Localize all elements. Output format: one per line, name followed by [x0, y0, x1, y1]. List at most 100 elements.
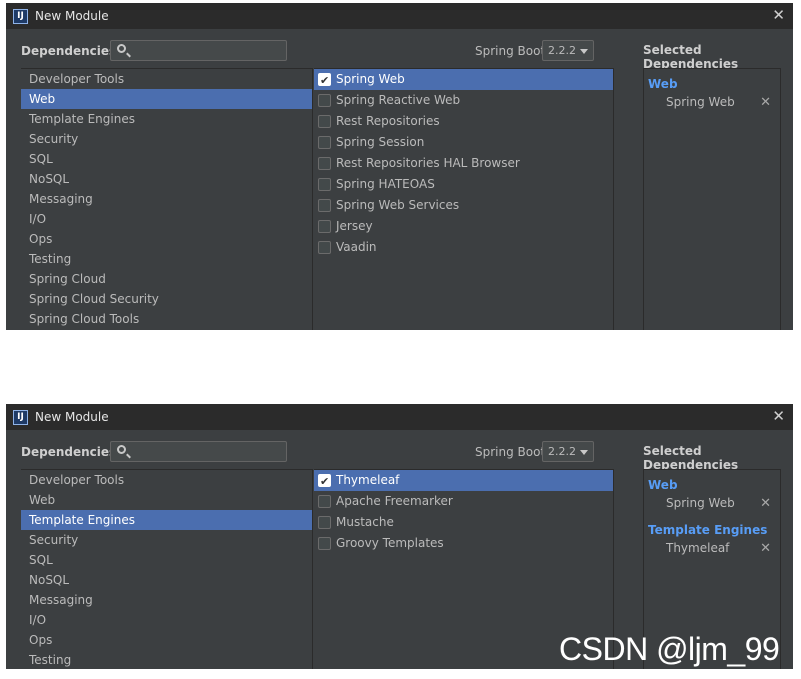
dependency-item[interactable]: Rest Repositories HAL Browser — [314, 153, 613, 174]
dependency-label: Groovy Templates — [336, 536, 444, 550]
category-item[interactable]: Developer Tools — [21, 69, 312, 89]
dependency-item[interactable]: Rest Repositories — [314, 111, 613, 132]
dependency-checkbox[interactable] — [318, 94, 331, 107]
spring-boot-version-select[interactable]: 2.2.2 — [542, 441, 594, 462]
dependency-label: Rest Repositories — [336, 114, 440, 128]
category-item[interactable]: Web — [21, 89, 312, 109]
dependency-checkbox[interactable] — [318, 115, 331, 128]
dependency-label: Spring Web Services — [336, 198, 460, 212]
dependency-checkbox[interactable] — [318, 471, 331, 492]
dependency-checkbox[interactable] — [318, 136, 331, 149]
dependency-item[interactable]: Thymeleaf — [314, 470, 613, 492]
dependency-label: Spring Web — [336, 72, 405, 86]
dependency-label: Thymeleaf — [336, 473, 400, 487]
dependency-item[interactable]: Groovy Templates — [314, 533, 613, 554]
dependency-label: Spring HATEOAS — [336, 177, 435, 191]
dependency-item[interactable]: Apache Freemarker — [314, 491, 613, 512]
dependency-checkbox[interactable] — [318, 199, 331, 212]
dependency-item[interactable]: Spring Web — [314, 69, 613, 91]
selected-dependency-item: Spring Web ✕ — [644, 492, 780, 515]
dependency-label: Jersey — [336, 219, 373, 233]
search-input[interactable] — [110, 40, 287, 61]
dependency-checkbox[interactable] — [318, 241, 331, 254]
category-item[interactable]: Testing — [21, 650, 312, 669]
spring-boot-version-select[interactable]: 2.2.2 — [542, 40, 594, 61]
dependency-checkbox[interactable] — [318, 157, 331, 170]
dependency-item[interactable]: Spring Web Services — [314, 195, 613, 216]
remove-icon[interactable]: ✕ — [760, 537, 771, 560]
selected-dependency-label: Spring Web — [666, 496, 735, 510]
spring-boot-version-value: 2.2.2 — [548, 44, 576, 57]
category-item[interactable]: I/O — [21, 209, 312, 229]
category-item[interactable]: Testing — [21, 249, 312, 269]
dependency-item[interactable]: Spring Reactive Web — [314, 90, 613, 111]
selected-dependencies-header: Selected Dependencies — [643, 444, 739, 472]
dependency-item[interactable]: Vaadin — [314, 237, 613, 258]
new-module-dialog-template-engines: IJ New Module ✕ Dependencies Spring Boot 2.2.… — [6, 404, 793, 669]
title-bar: IJ New Module ✕ — [6, 404, 793, 430]
spring-boot-label: Spring Boot — [475, 445, 546, 459]
dependency-checkbox[interactable] — [318, 220, 331, 233]
category-item[interactable]: NoSQL — [21, 169, 312, 189]
dependency-checkbox[interactable] — [318, 178, 331, 191]
dependency-checkbox[interactable] — [318, 516, 331, 529]
category-item[interactable]: Ops — [21, 630, 312, 650]
selected-dependency-label: Spring Web — [666, 95, 735, 109]
category-item[interactable]: NoSQL — [21, 570, 312, 590]
intellij-app-icon: IJ — [13, 8, 28, 24]
category-item[interactable]: SQL — [21, 149, 312, 169]
dependency-label: Spring Session — [336, 135, 425, 149]
category-item[interactable]: Template Engines — [21, 510, 312, 530]
category-item[interactable]: Web — [21, 490, 312, 510]
chevron-down-icon — [580, 49, 588, 54]
dependency-label: Mustache — [336, 515, 394, 529]
new-module-dialog-web: IJ New Module ✕ Dependencies Spring Boot 2.2.… — [6, 3, 793, 330]
selected-dependency-label: Thymeleaf — [666, 541, 730, 555]
category-item[interactable]: Security — [21, 129, 312, 149]
selected-dependency-item: Thymeleaf ✕ — [644, 537, 780, 560]
category-item[interactable]: Ops — [21, 229, 312, 249]
search-icon — [117, 44, 126, 53]
dependency-checkbox[interactable] — [318, 495, 331, 508]
close-icon[interactable]: ✕ — [772, 6, 785, 24]
dependency-item[interactable]: Spring Session — [314, 132, 613, 153]
window-title: New Module — [35, 410, 109, 424]
category-item[interactable]: Template Engines — [21, 109, 312, 129]
remove-icon[interactable]: ✕ — [760, 91, 771, 114]
category-item[interactable]: Messaging — [21, 590, 312, 610]
dependency-item[interactable]: Mustache — [314, 512, 613, 533]
selected-dependencies-panel: Web Spring Web ✕ — [643, 68, 781, 330]
category-list: Developer Tools Web Template Engines Securi… — [21, 469, 313, 669]
dependency-checkbox[interactable] — [318, 70, 331, 91]
selected-group-label: Web — [648, 478, 678, 492]
spring-boot-label: Spring Boot — [475, 44, 546, 58]
dependency-item[interactable]: Spring HATEOAS — [314, 174, 613, 195]
category-item[interactable]: Spring Cloud Security — [21, 289, 312, 309]
search-input[interactable] — [110, 441, 287, 462]
search-icon — [117, 445, 126, 454]
category-item[interactable]: Spring Cloud Tools — [21, 309, 312, 329]
selected-group-label: Template Engines — [648, 523, 768, 537]
dependencies-label: Dependencies — [21, 445, 117, 459]
watermark-text: CSDN @ljm_99 — [559, 631, 780, 667]
close-icon[interactable]: ✕ — [772, 407, 785, 425]
chevron-down-icon — [580, 450, 588, 455]
intellij-app-icon: IJ — [13, 409, 28, 425]
selected-dependencies-header: Selected Dependencies — [643, 43, 739, 71]
selected-group-label: Web — [648, 77, 678, 91]
category-item[interactable]: Spring Cloud — [21, 269, 312, 289]
category-item[interactable]: SQL — [21, 550, 312, 570]
dependency-label: Rest Repositories HAL Browser — [336, 156, 520, 170]
category-item[interactable]: Messaging — [21, 189, 312, 209]
category-item[interactable]: I/O — [21, 610, 312, 630]
dependency-label: Spring Reactive Web — [336, 93, 461, 107]
dependency-item[interactable]: Jersey — [314, 216, 613, 237]
category-item[interactable]: Developer Tools — [21, 470, 312, 490]
selected-dependency-item: Spring Web ✕ — [644, 91, 780, 114]
dependency-label: Apache Freemarker — [336, 494, 453, 508]
category-item[interactable]: Security — [21, 530, 312, 550]
dependencies-label: Dependencies — [21, 44, 117, 58]
dependency-checkbox[interactable] — [318, 537, 331, 550]
remove-icon[interactable]: ✕ — [760, 492, 771, 515]
dependency-list: Spring Web Spring Reactive Web Rest Reposi… — [314, 68, 614, 330]
